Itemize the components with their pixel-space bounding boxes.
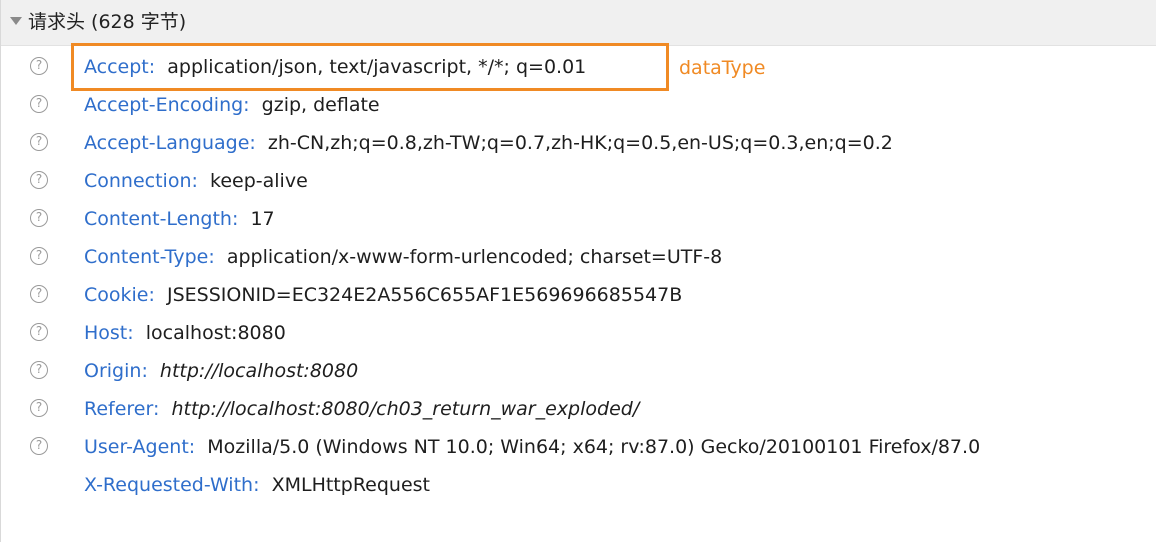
header-separator: :: [152, 398, 172, 420]
header-separator: :: [231, 208, 251, 230]
header-name: Accept-Language: [84, 132, 250, 154]
header-name: Content-Length: [84, 208, 232, 230]
header-separator: :: [249, 132, 268, 154]
header-value: http://localhost:8080/ch03_return_war_ex…: [171, 398, 640, 420]
header-row: ? User-Agent: Mozilla/5.0 (Windows NT 10.…: [1, 432, 1156, 470]
header-line: Accept-Encoding: gzip, deflate: [84, 90, 380, 120]
header-value: Mozilla/5.0 (Windows NT 10.0; Win64; x64…: [207, 436, 981, 458]
question-circle-icon[interactable]: ?: [30, 361, 48, 379]
header-line: Referer: http://localhost:8080/ch03_retu…: [84, 394, 639, 424]
header-row: ? Content-Type: application/x-www-form-ur…: [1, 242, 1156, 280]
header-name: Accept-Encoding: [84, 94, 244, 116]
question-circle-icon[interactable]: ?: [30, 133, 48, 151]
header-line: Accept: application/json, text/javascrip…: [84, 52, 586, 82]
header-name: Origin: [84, 360, 142, 382]
header-separator: :: [148, 284, 167, 306]
header-row: ? Cookie: JSESSIONID=EC324E2A556C655AF1E5…: [1, 280, 1156, 318]
header-line: Accept-Language: zh-CN,zh;q=0.8,zh-TW;q=…: [84, 128, 893, 158]
header-name: Connection: [84, 170, 192, 192]
header-separator: :: [243, 94, 262, 116]
header-row: ? Host: localhost:8080: [1, 318, 1156, 356]
headers-list: ? Accept: application/json, text/javascri…: [1, 52, 1156, 508]
header-value: keep-alive: [210, 170, 308, 192]
header-value: application/json, text/javascript, */*; …: [167, 56, 587, 78]
header-line: Content-Type: application/x-www-form-url…: [84, 242, 722, 272]
annotation-label: dataType: [679, 57, 766, 79]
header-name: Cookie: [84, 284, 149, 306]
request-headers-panel: 请求头 (628 字节) ? Accept: application/json, …: [0, 0, 1156, 542]
question-circle-icon[interactable]: ?: [30, 399, 48, 417]
header-name: Accept: [84, 56, 149, 78]
request-headers-section-toggle[interactable]: 请求头 (628 字节): [1, 0, 1156, 46]
header-line: Connection: keep-alive: [84, 166, 308, 196]
header-separator: :: [148, 56, 168, 78]
header-separator: :: [191, 170, 210, 192]
header-line: Origin: http://localhost:8080: [84, 356, 358, 386]
header-separator: :: [253, 474, 272, 496]
header-separator: :: [208, 246, 227, 268]
header-separator: :: [127, 322, 146, 344]
header-name: Content-Type: [84, 246, 209, 268]
header-name: X-Requested-With: [84, 474, 254, 496]
header-row: ? Accept-Language: zh-CN,zh;q=0.8,zh-TW;q…: [1, 128, 1156, 166]
question-circle-icon[interactable]: ?: [30, 95, 48, 113]
header-row: X-Requested-With: XMLHttpRequest: [1, 470, 1156, 508]
question-circle-icon[interactable]: ?: [30, 209, 48, 227]
header-row: ? Origin: http://localhost:8080: [1, 356, 1156, 394]
triangle-down-icon[interactable]: [10, 17, 22, 25]
question-circle-icon[interactable]: ?: [30, 323, 48, 341]
header-row: ? Content-Length: 17: [1, 204, 1156, 242]
header-separator: :: [141, 360, 160, 382]
header-row: ? Accept-Encoding: gzip, deflate: [1, 90, 1156, 128]
header-separator: :: [188, 436, 208, 458]
header-line: X-Requested-With: XMLHttpRequest: [84, 470, 430, 500]
question-circle-icon[interactable]: ?: [30, 247, 48, 265]
header-value: localhost:8080: [145, 322, 286, 344]
header-value: application/x-www-form-urlencoded; chars…: [226, 246, 723, 268]
header-name: Host: [84, 322, 128, 344]
header-value: zh-CN,zh;q=0.8,zh-TW;q=0.7,zh-HK;q=0.5,e…: [267, 132, 893, 154]
header-line: Cookie: JSESSIONID=EC324E2A556C655AF1E56…: [84, 280, 682, 310]
header-row: ? Connection: keep-alive: [1, 166, 1156, 204]
header-line: User-Agent: Mozilla/5.0 (Windows NT 10.0…: [84, 432, 980, 462]
header-value: gzip, deflate: [261, 94, 380, 116]
header-value: 17: [250, 208, 275, 230]
header-line: Host: localhost:8080: [84, 318, 286, 348]
header-value: XMLHttpRequest: [271, 474, 430, 496]
question-circle-icon[interactable]: ?: [30, 171, 48, 189]
header-row: ? Accept: application/json, text/javascri…: [1, 52, 1156, 90]
header-value: http://localhost:8080: [159, 360, 359, 382]
question-circle-icon[interactable]: ?: [30, 57, 48, 75]
header-value: JSESSIONID=EC324E2A556C655AF1E5696966855…: [166, 284, 683, 306]
section-title: 请求头 (628 字节): [28, 11, 187, 33]
header-row: ? Referer: http://localhost:8080/ch03_ret…: [1, 394, 1156, 432]
header-line: Content-Length: 17: [84, 204, 275, 234]
header-name: Referer: [84, 398, 153, 420]
question-circle-icon[interactable]: ?: [30, 285, 48, 303]
header-name: User-Agent: [84, 436, 189, 458]
question-circle-icon[interactable]: ?: [30, 437, 48, 455]
